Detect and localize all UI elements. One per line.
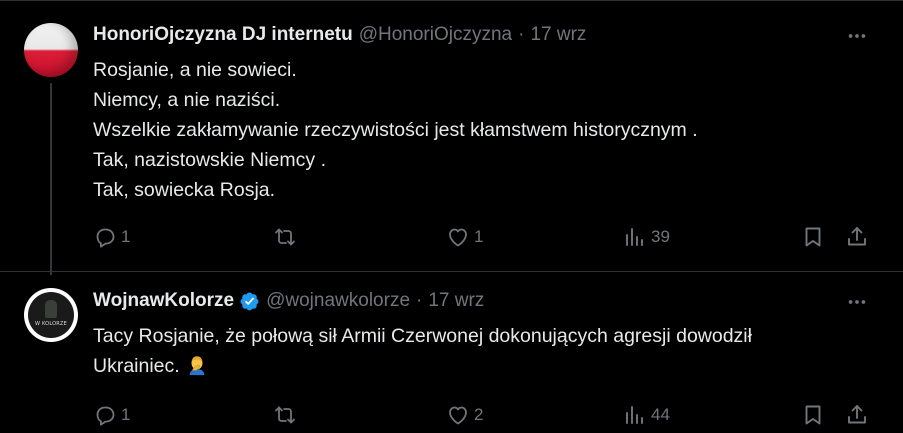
reply-count: 1 [121,405,131,424]
heart-icon [449,228,467,247]
bookmark-button[interactable] [801,223,825,251]
retweet-button[interactable] [273,223,301,251]
avatar-wojnawkolorze[interactable]: W KOLORZE [24,288,78,342]
tweet-text: Tacy Rosjanie, że połową sił Armii Czerw… [93,321,752,381]
tweet-text-line: Tacy Rosjanie, że połową sił Armii Czerw… [93,325,752,347]
separator-dot: · [416,290,423,311]
tweet-date[interactable]: 17 wrz [428,290,484,312]
like-count: 1 [474,227,484,246]
user-handle[interactable]: @HonoriOjczyzna [359,24,512,46]
bookmark-icon [805,227,821,247]
tweet-header: WojnawKolorze @wojnawkolorze · 17 wrz [93,289,484,313]
retweet-button[interactable] [273,401,301,429]
display-name[interactable]: WojnawKolorze [93,290,234,312]
tweet-actions: 1 2 44 [93,401,873,429]
avatar-logo: W KOLORZE [28,292,74,338]
reply-icon [96,228,115,248]
tweet-text-line: Niemcy, a nie naziści. [93,89,281,111]
man-facepalming-icon [186,354,208,376]
tweet-header: HonoriOjczyzna DJ internetu @HonoriOjczy… [93,23,586,47]
like-button[interactable]: 2 [446,401,483,429]
like-count: 2 [474,405,484,424]
tweet-text: Rosjanie, a nie sowieci. Niemcy, a nie n… [93,55,698,205]
tweet-text-line: Rosjanie, a nie sowieci. [93,59,297,81]
tweet-text-line: Ukrainiec. [93,355,180,377]
tweet-wojnawkolorze[interactable]: W KOLORZE WojnawKolorze @wojnawkolorze ·… [0,271,903,433]
share-button[interactable] [845,401,869,429]
tweet-honoriojczyzna[interactable]: HonoriOjczyzna DJ internetu @HonoriOjczy… [0,1,903,275]
views-count: 39 [651,227,670,246]
user-handle[interactable]: @wojnawkolorze [266,290,410,312]
reply-button[interactable]: 1 [93,223,130,251]
retweet-icon [275,228,295,246]
more-icon[interactable] [845,24,869,48]
tweet-text-line-with-emoji: Ukrainiec. [93,351,752,381]
retweet-icon [275,406,295,424]
like-button[interactable]: 1 [446,223,483,251]
separator-dot: · [518,24,525,45]
heart-icon [449,406,467,425]
views-count: 44 [651,405,670,424]
tweet-text-line: Wszelkie zakłamywanie rzeczywistości jes… [93,119,698,141]
thread-connector-line [50,83,52,275]
tweet-text-line: Tak, nazistowskie Niemcy . [93,149,326,171]
views-icon [626,406,643,424]
share-icon [848,405,866,424]
bookmark-button[interactable] [801,401,825,429]
reply-button[interactable]: 1 [93,401,130,429]
avatar-figure [45,300,57,318]
views-button[interactable]: 39 [623,223,670,251]
views-icon [626,228,643,246]
share-icon [848,227,866,246]
tweet-thread: HonoriOjczyzna DJ internetu @HonoriOjczy… [0,0,903,433]
avatar-logo-text: W KOLORZE [35,321,67,327]
tweet-text-line: Tak, sowiecka Rosja. [93,179,276,201]
bookmark-icon [805,405,821,425]
tweet-date[interactable]: 17 wrz [530,24,586,46]
reply-count: 1 [121,227,131,246]
avatar-polish-flag[interactable] [24,23,78,77]
tweet-actions: 1 1 39 [93,223,873,251]
more-icon[interactable] [845,290,869,314]
reply-icon [96,406,115,426]
share-button[interactable] [845,223,869,251]
verified-badge-icon[interactable] [239,291,260,312]
views-button[interactable]: 44 [623,401,670,429]
display-name[interactable]: HonoriOjczyzna DJ internetu [93,24,353,46]
